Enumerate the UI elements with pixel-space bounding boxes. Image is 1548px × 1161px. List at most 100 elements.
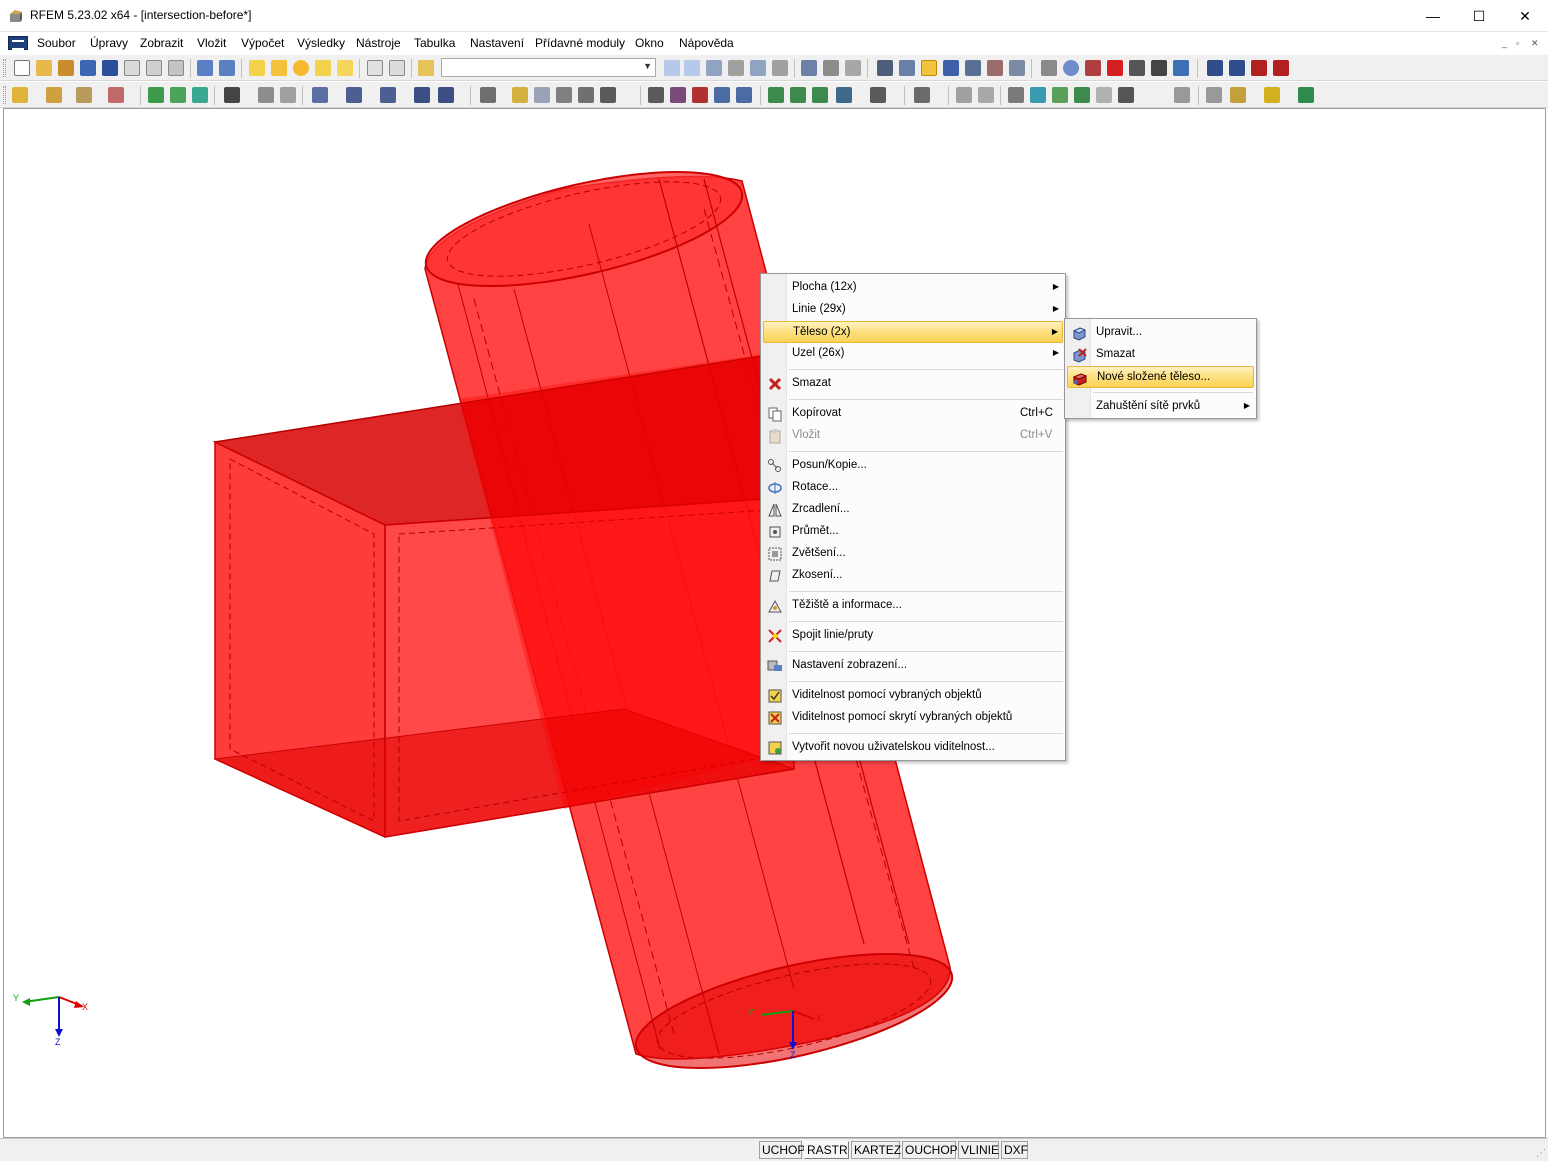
search-icon[interactable] <box>271 60 287 76</box>
submenu-item-smazat[interactable]: Smazat <box>1067 344 1254 366</box>
resize-grip-icon[interactable]: ⋰ <box>1536 1148 1546 1159</box>
maximize-button[interactable]: ☐ <box>1456 0 1502 32</box>
results-icon[interactable] <box>706 60 722 76</box>
status-vlinie-button[interactable]: VLINIE <box>958 1141 999 1159</box>
ctx-item-vlozit[interactable]: Vložit Ctrl+V <box>763 425 1063 447</box>
open-project-icon[interactable] <box>58 60 74 76</box>
node-icon[interactable] <box>12 87 28 103</box>
comment-icon[interactable] <box>280 87 296 103</box>
ctx-item-smazat[interactable]: Smazat <box>763 373 1063 395</box>
settings-tool-icon[interactable] <box>1129 60 1145 76</box>
solid-icon[interactable] <box>192 87 208 103</box>
load-icon[interactable] <box>224 87 240 103</box>
edit-icon[interactable] <box>249 60 265 76</box>
report-icon[interactable] <box>1206 87 1222 103</box>
ctx-item-rotace[interactable]: Rotace... <box>763 477 1063 499</box>
toolbar-grip[interactable] <box>3 59 6 77</box>
menu-soubor[interactable]: Soubor <box>37 36 76 50</box>
ctx-item-zkoseni[interactable]: Zkosení... <box>763 565 1063 587</box>
camera-tool-icon[interactable] <box>1151 60 1167 76</box>
save-network-icon[interactable] <box>80 60 96 76</box>
support-icon[interactable] <box>148 87 164 103</box>
zoom-window-icon[interactable] <box>1009 60 1025 76</box>
visibility-icon[interactable] <box>914 87 930 103</box>
display-mode-icon[interactable] <box>870 87 886 103</box>
mdi-close-button[interactable]: ✕ <box>1531 38 1539 49</box>
connect-tool-icon[interactable] <box>1107 60 1123 76</box>
new-file-icon[interactable] <box>14 60 30 76</box>
save-icon[interactable] <box>102 60 118 76</box>
print-report-icon[interactable] <box>124 60 140 76</box>
redo-icon[interactable] <box>219 60 235 76</box>
load-case-icon[interactable] <box>418 60 434 76</box>
column-icon[interactable] <box>1008 87 1024 103</box>
member-results-icon[interactable] <box>823 60 839 76</box>
move-copy-tool-icon[interactable] <box>1041 60 1057 76</box>
ctx-item-plocha[interactable]: Plocha (12x) ▶ <box>763 277 1063 299</box>
load-case-select[interactable]: ▼ <box>441 58 656 77</box>
workplane-icon[interactable] <box>556 87 572 103</box>
guide-icon[interactable] <box>600 87 616 103</box>
ctx-item-zrcadleni[interactable]: Zrcadlení... <box>763 499 1063 521</box>
status-kartez-button[interactable]: KARTEZ <box>851 1141 901 1159</box>
line-icon[interactable] <box>46 87 62 103</box>
previous-icon[interactable] <box>664 60 680 76</box>
submenu-item-nove-slozene-teleso[interactable]: Nové složené těleso... <box>1067 366 1254 388</box>
render-toggle-icon[interactable] <box>921 60 937 76</box>
select-all-icon[interactable] <box>648 87 664 103</box>
box-icon[interactable] <box>714 87 730 103</box>
submenu-item-zahusteni-site[interactable]: Zahuštění sítě prvků ▶ <box>1067 396 1254 418</box>
grid-view-icon[interactable] <box>877 60 893 76</box>
grid-snap-icon[interactable] <box>534 87 550 103</box>
deselect-icon[interactable] <box>692 87 708 103</box>
view-iso-icon[interactable] <box>312 87 328 103</box>
color-scale-icon[interactable] <box>1264 87 1280 103</box>
mdi-restore-button[interactable]: ▫ <box>1516 38 1519 48</box>
beam-icon[interactable] <box>978 87 994 103</box>
dimension-icon[interactable] <box>258 87 274 103</box>
ctx-item-zvetseni[interactable]: Zvětšení... <box>763 543 1063 565</box>
plate-icon[interactable] <box>1030 87 1046 103</box>
submenu-item-upravit[interactable]: Upravit... <box>1067 322 1254 344</box>
ctx-item-kopirovat[interactable]: Kopírovat Ctrl+C <box>763 403 1063 425</box>
building-icon[interactable] <box>987 60 1003 76</box>
status-ouchop-button[interactable]: OUCHOP <box>902 1141 958 1159</box>
menu-upravy[interactable]: Úpravy <box>90 36 128 50</box>
close-button[interactable]: ✕ <box>1502 0 1548 32</box>
member-icon[interactable] <box>76 87 92 103</box>
import-icon[interactable] <box>1229 60 1245 76</box>
menu-vlozit[interactable]: Vložit <box>197 36 226 50</box>
values-off-icon[interactable] <box>772 60 788 76</box>
menu-nastroje[interactable]: Nástroje <box>356 36 401 50</box>
ctx-item-nastaveni-zobrazeni[interactable]: Nastavení zobrazení... <box>763 655 1063 677</box>
select-icon[interactable] <box>315 60 331 76</box>
select-window-icon[interactable] <box>670 87 686 103</box>
menu-napoveda[interactable]: Nápověda <box>679 36 734 50</box>
section-results-icon[interactable] <box>845 60 861 76</box>
solid-box-icon[interactable] <box>1052 87 1068 103</box>
menu-pridavne-moduly[interactable]: Přídavné moduly <box>535 36 625 50</box>
undo-icon[interactable] <box>197 60 213 76</box>
menu-tabulka[interactable]: Tabulka <box>414 36 455 50</box>
deformation-icon[interactable] <box>750 60 766 76</box>
support-reactions-icon[interactable] <box>801 60 817 76</box>
ctx-item-teleso[interactable]: Těleso (2x) ▶ <box>763 321 1063 343</box>
axis-y-icon[interactable] <box>790 87 806 103</box>
ctx-item-viditelnost-skryti[interactable]: Viditelnost pomocí skrytí vybraných obje… <box>763 707 1063 729</box>
menu-okno[interactable]: Okno <box>635 36 664 50</box>
status-dxf-button[interactable]: DXF <box>1001 1141 1028 1159</box>
values-icon[interactable] <box>728 60 744 76</box>
view-z-icon[interactable] <box>414 87 430 103</box>
ctx-item-uzel[interactable]: Uzel (26x) ▶ <box>763 343 1063 365</box>
ctx-item-spojit-linie[interactable]: Spojit linie/pruty <box>763 625 1063 647</box>
layout-icon[interactable] <box>1118 87 1134 103</box>
axis-local-icon[interactable] <box>836 87 852 103</box>
mdi-minimize-button[interactable]: _ <box>1502 38 1507 48</box>
export-icon[interactable] <box>1207 60 1223 76</box>
view-zoom-icon[interactable] <box>438 87 454 103</box>
coordinate-icon[interactable] <box>578 87 594 103</box>
ctx-item-posun-kopie[interactable]: Posun/Kopie... <box>763 455 1063 477</box>
view-y-icon[interactable] <box>380 87 396 103</box>
mesh-view-icon[interactable] <box>899 60 915 76</box>
extra-tool-icon[interactable] <box>1173 60 1189 76</box>
